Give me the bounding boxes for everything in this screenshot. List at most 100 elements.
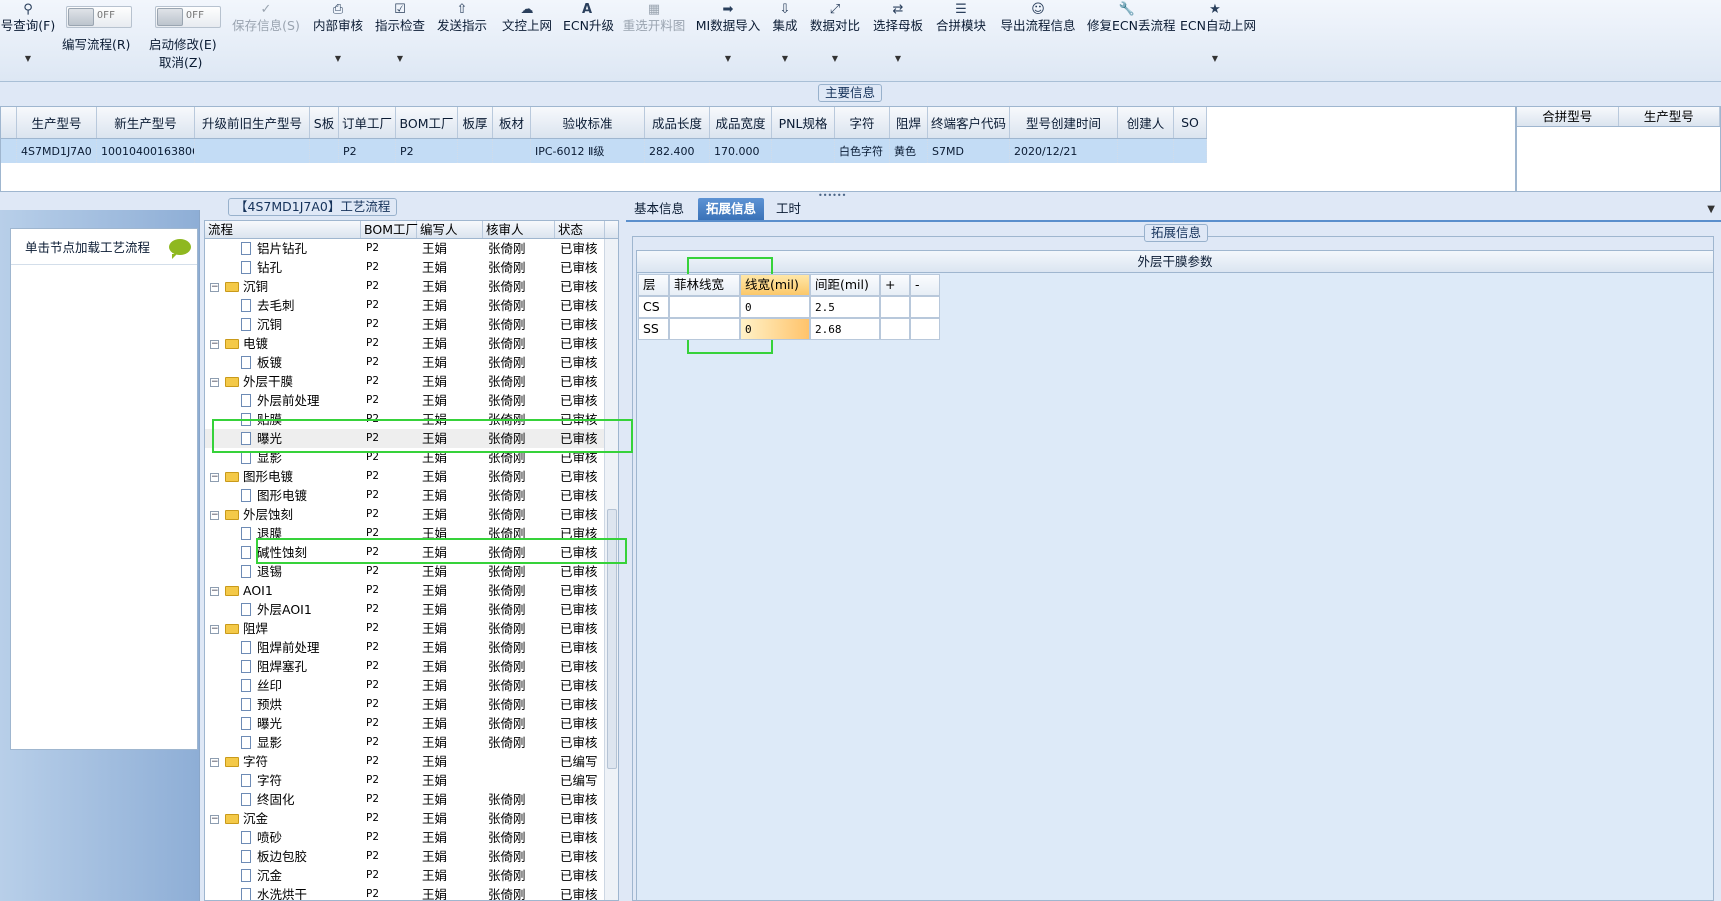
main-info-cell[interactable]: 2020/12/21 [1010,139,1118,163]
tree-node[interactable]: 丝印 [205,676,361,695]
main-info-cell[interactable]: IPC-6012 Ⅱ级 [531,139,645,163]
param-cell[interactable] [910,296,940,318]
tree-node[interactable]: − 外层干膜 [205,372,361,391]
send-instruction-button[interactable]: ⇧ 发送指示 [436,0,488,82]
tree-node[interactable]: 贴膜 [205,410,361,429]
scrollbar-thumb[interactable] [607,509,617,769]
tree-node[interactable]: 水洗烘干 [205,885,361,900]
param-cell[interactable]: 0 [740,318,810,340]
tree-node[interactable]: 预烘 [205,695,361,714]
export-flow-button[interactable]: ☺ 导出流程信息 [999,0,1077,82]
tree-row[interactable]: 图形电镀 P2 王娟 张倚刚 已审核 [205,486,605,505]
tree-node[interactable]: − 沉铜 [205,277,361,296]
main-info-column[interactable]: 新生产型号 [97,107,195,138]
tree-node[interactable]: − 沉金 [205,809,361,828]
tree-node[interactable]: − 外层蚀刻 [205,505,361,524]
collapse-icon[interactable]: − [210,511,219,520]
tree-row[interactable]: − 沉铜 P2 王娟 张倚刚 已审核 [205,277,605,296]
main-info-cell[interactable] [772,139,835,163]
doc-control-online-button[interactable]: ☁ 文控上网 [499,0,555,82]
param-cell[interactable] [669,318,740,340]
tree-node[interactable]: 外层前处理 [205,391,361,410]
merge-model-column[interactable]: 合拼型号 [1517,107,1619,126]
tree-row[interactable]: 退锡 P2 王娟 张倚刚 已审核 [205,562,605,581]
tab-basic-info[interactable]: 基本信息 [626,198,692,220]
tree-node[interactable]: 退锡 [205,562,361,581]
collapse-icon[interactable]: − [210,815,219,824]
main-info-cell[interactable]: P2 [339,139,396,163]
tree-row[interactable]: − 电镀 P2 王娟 张倚刚 已审核 [205,334,605,353]
column-reviewer[interactable]: 核审人 [483,221,555,238]
param-cell[interactable]: 2.68 [810,318,880,340]
tree-node[interactable]: 退膜 [205,524,361,543]
main-info-cell[interactable]: 黄色 [890,139,928,163]
param-column-header[interactable]: - [910,274,940,296]
integrate-button[interactable]: ⇩ 集成 ▼ [770,0,800,82]
tree-node[interactable]: − 图形电镀 [205,467,361,486]
load-flow-node[interactable]: 单击节点加载工艺流程 [11,229,197,265]
ecn-auto-online-button[interactable]: ★ ECN自动上网 ▼ [1180,0,1256,82]
tree-row[interactable]: 板边包胶 P2 王娟 张倚刚 已审核 [205,847,605,866]
collapse-icon[interactable]: − [210,758,219,767]
tree-node[interactable]: 沉金 [205,866,361,885]
start-modify-toggle[interactable]: OFF [155,6,221,28]
collapse-icon[interactable]: − [210,587,219,596]
collapse-icon[interactable]: − [210,473,219,482]
param-cell[interactable]: SS [638,318,669,340]
main-info-cell[interactable] [458,139,493,163]
main-info-column[interactable]: 型号创建时间 [1010,107,1118,138]
tree-row[interactable]: − 图形电镀 P2 王娟 张倚刚 已审核 [205,467,605,486]
query-button[interactable]: ⚲ 号查询(F) ▼ [0,0,56,82]
tree-row[interactable]: 阻焊前处理 P2 王娟 张倚刚 已审核 [205,638,605,657]
tree-row[interactable]: 碱性蚀刻 P2 王娟 张倚刚 已审核 [205,543,605,562]
tree-row[interactable]: 字符 P2 王娟 已编写 [205,771,605,790]
main-info-column[interactable]: 阻焊 [890,107,928,138]
column-flow[interactable]: 流程 [205,221,361,238]
tree-node[interactable]: 曝光 [205,714,361,733]
tree-node[interactable]: − 阻焊 [205,619,361,638]
tree-row[interactable]: 外层AOI1 P2 王娟 张倚刚 已审核 [205,600,605,619]
main-info-column[interactable]: 订单工厂 [339,107,396,138]
main-info-cell[interactable] [1118,139,1174,163]
main-info-column[interactable]: 板材 [493,107,531,138]
main-info-cell[interactable]: 白色字符 [835,139,890,163]
tree-row[interactable]: 显影 P2 王娟 张倚刚 已审核 [205,733,605,752]
main-info-column[interactable]: BOM工厂 [396,107,458,138]
tree-node[interactable]: 板镀 [205,353,361,372]
param-column-header[interactable]: 线宽(mil) [740,274,810,296]
param-cell[interactable] [880,318,910,340]
tree-row[interactable]: 退膜 P2 王娟 张倚刚 已审核 [205,524,605,543]
tree-row[interactable]: 显影 P2 王娟 张倚刚 已审核 [205,448,605,467]
tree-row[interactable]: 丝印 P2 王娟 张倚刚 已审核 [205,676,605,695]
tree-node[interactable]: 图形电镀 [205,486,361,505]
param-cell[interactable]: CS [638,296,669,318]
main-info-column[interactable]: PNL规格 [772,107,835,138]
main-info-column[interactable]: 创建人 [1118,107,1174,138]
main-info-column[interactable]: 终端客户代码 [928,107,1010,138]
chevron-down-icon[interactable]: ▼ [0,54,56,64]
main-info-column[interactable]: 升级前旧生产型号 [195,107,310,138]
column-status[interactable]: 状态 [555,221,605,238]
tree-row[interactable]: 沉金 P2 王娟 张倚刚 已审核 [205,866,605,885]
main-info-cell[interactable]: P2 [396,139,458,163]
tree-row[interactable]: − 外层干膜 P2 王娟 张倚刚 已审核 [205,372,605,391]
tree-node[interactable]: − 字符 [205,752,361,771]
tree-row[interactable]: − 阻焊 P2 王娟 张倚刚 已审核 [205,619,605,638]
cancel-label[interactable]: 取消(Z) [159,52,202,71]
param-cell[interactable] [910,318,940,340]
param-column-header[interactable]: 层 [638,274,669,296]
tree-row[interactable]: 喷砂 P2 王娟 张倚刚 已审核 [205,828,605,847]
tree-row[interactable]: 曝光 P2 王娟 张倚刚 已审核 [205,429,605,448]
param-cell[interactable] [880,296,910,318]
tree-node[interactable]: − 电镀 [205,334,361,353]
param-cell[interactable] [669,296,740,318]
select-mother-board-button[interactable]: ⇄ 选择母板 ▼ [872,0,924,82]
production-model-column[interactable]: 生产型号 [1619,107,1720,126]
tree-node[interactable]: 板边包胶 [205,847,361,866]
tree-node[interactable]: 阻焊前处理 [205,638,361,657]
chevron-down-icon[interactable]: ▼ [695,54,761,64]
tree-row[interactable]: 预烘 P2 王娟 张倚刚 已审核 [205,695,605,714]
tree-node[interactable]: 喷砂 [205,828,361,847]
reselect-cutting-button[interactable]: ▦ 重选开料图 [621,0,687,82]
tree-row[interactable]: 钻孔 P2 王娟 张倚刚 已审核 [205,258,605,277]
